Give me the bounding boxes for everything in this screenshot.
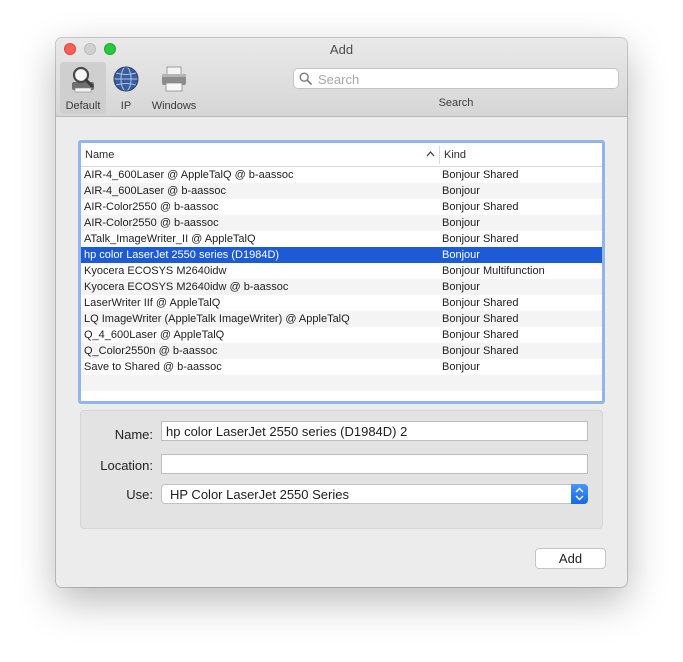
printer-name-cell: Kyocera ECOSYS M2640idw @ b-aassoc [84,281,289,293]
table-row[interactable]: AIR-Color2550 @ b-aassoc Bonjour Shared [81,199,602,215]
add-printer-window: Add Default IP Windows Search Search Nam… [56,38,627,587]
printer-name-cell: Save to Shared @ b-aassoc [84,361,222,373]
printer-name-cell: Kyocera ECOSYS M2640idw [84,265,227,277]
printer-kind-cell: Bonjour [442,361,480,373]
window-title: Add [329,42,354,57]
use-label: Use: [126,487,153,502]
printer-kind-cell: Bonjour Shared [442,233,519,245]
toolbar-windows-button[interactable]: Windows [146,62,202,114]
search-icon [299,72,312,85]
printer-kind-cell: Bonjour [442,217,480,229]
table-row[interactable]: LQ ImageWriter (AppleTalk ImageWriter) @… [81,311,602,327]
printer-list[interactable]: Name Kind AIR-4_600Laser @ AppleTalQ @ b… [78,140,605,404]
printer-kind-cell: Bonjour Shared [442,201,519,213]
printer-name-cell: Q_4_600Laser @ AppleTalQ [84,329,225,341]
location-label: Location: [100,458,153,473]
toolbar-windows-label: Windows [151,100,197,112]
search-label: Search [438,97,474,109]
printer-name-cell: AIR-Color2550 @ b-aassoc [84,201,219,213]
search-field[interactable] [293,68,619,89]
printer-kind-cell: Bonjour Shared [442,169,519,181]
printer-name-cell: Q_Color2550n @ b-aassoc [84,345,218,357]
printer-kind-cell: Bonjour Multifunction [442,265,545,277]
column-divider[interactable] [439,146,440,164]
table-row[interactable]: AIR-4_600Laser @ AppleTalQ @ b-aassoc Bon… [81,167,602,183]
printer-kind-cell: Bonjour Shared [442,313,519,325]
printer-kind-cell: Bonjour [442,249,480,261]
name-field[interactable] [161,421,588,441]
printer-kind-cell: Bonjour Shared [442,329,519,341]
toolbar: Add Default IP Windows Search Search [56,38,627,117]
table-row[interactable]: Kyocera ECOSYS M2640idw @ b-aassoc Bonjou… [81,279,602,295]
table-row[interactable]: ATalk_ImageWriter_II @ AppleTalQ Bonjour … [81,231,602,247]
add-button[interactable]: Add [535,548,606,569]
name-label: Name: [114,427,153,442]
table-row[interactable]: LaserWriter IIf @ AppleTalQ Bonjour Share… [81,295,602,311]
toolbar-default-label: Default [65,100,101,112]
printer-name-cell: LaserWriter IIf @ AppleTalQ [84,297,221,309]
magnifier-printer-icon [72,66,94,93]
table-row[interactable]: Save to Shared @ b-aassoc Bonjour [81,359,602,375]
table-row[interactable]: Q_Color2550n @ b-aassoc Bonjour Shared [81,343,602,359]
location-field[interactable] [161,454,588,474]
sort-ascending-icon[interactable] [426,150,435,158]
column-header-name[interactable]: Name [85,149,114,161]
select-stepper[interactable] [571,484,588,504]
up-down-chevron-icon [575,487,584,501]
toolbar-default-button[interactable]: Default [60,62,106,114]
globe-icon [113,66,139,92]
search-input[interactable] [316,70,616,89]
table-row-empty [81,391,602,407]
toolbar-ip-button[interactable]: IP [108,62,144,114]
printer-name-cell: ATalk_ImageWriter_II @ AppleTalQ [84,233,256,245]
table-row[interactable]: AIR-4_600Laser @ b-aassoc Bonjour [81,183,602,199]
use-select[interactable]: HP Color LaserJet 2550 Series [161,484,588,504]
printer-details-form: Name: Location: Use: HP Color LaserJet 2… [80,410,603,529]
table-row[interactable]: Q_4_600Laser @ AppleTalQ Bonjour Shared [81,327,602,343]
printer-name-cell: AIR-4_600Laser @ b-aassoc [84,185,227,197]
table-row-empty [81,375,602,391]
table-row[interactable]: Kyocera ECOSYS M2640idw Bonjour Multifunc… [81,263,602,279]
printer-name-cell: AIR-4_600Laser @ AppleTalQ @ b-aassoc [84,169,294,181]
column-header-kind[interactable]: Kind [444,149,466,161]
printer-name-cell: hp color LaserJet 2550 series (D1984D) [84,249,280,261]
printer-kind-cell: Bonjour Shared [442,297,519,309]
table-row[interactable]: AIR-Color2550 @ b-aassoc Bonjour [81,215,602,231]
table-header: Name Kind [81,143,602,167]
use-select-value: HP Color LaserJet 2550 Series [170,487,349,502]
printer-icon [162,66,186,92]
printer-name-cell: LQ ImageWriter (AppleTalk ImageWriter) @… [84,313,350,325]
printer-kind-cell: Bonjour [442,185,480,197]
printer-name-cell: AIR-Color2550 @ b-aassoc [84,217,219,229]
toolbar-ip-label: IP [120,100,132,112]
table-row[interactable]: hp color LaserJet 2550 series (D1984D) Bo… [81,247,602,263]
printer-kind-cell: Bonjour [442,281,480,293]
printer-kind-cell: Bonjour Shared [442,345,519,357]
table-rows: AIR-4_600Laser @ AppleTalQ @ b-aassoc Bon… [81,167,602,407]
